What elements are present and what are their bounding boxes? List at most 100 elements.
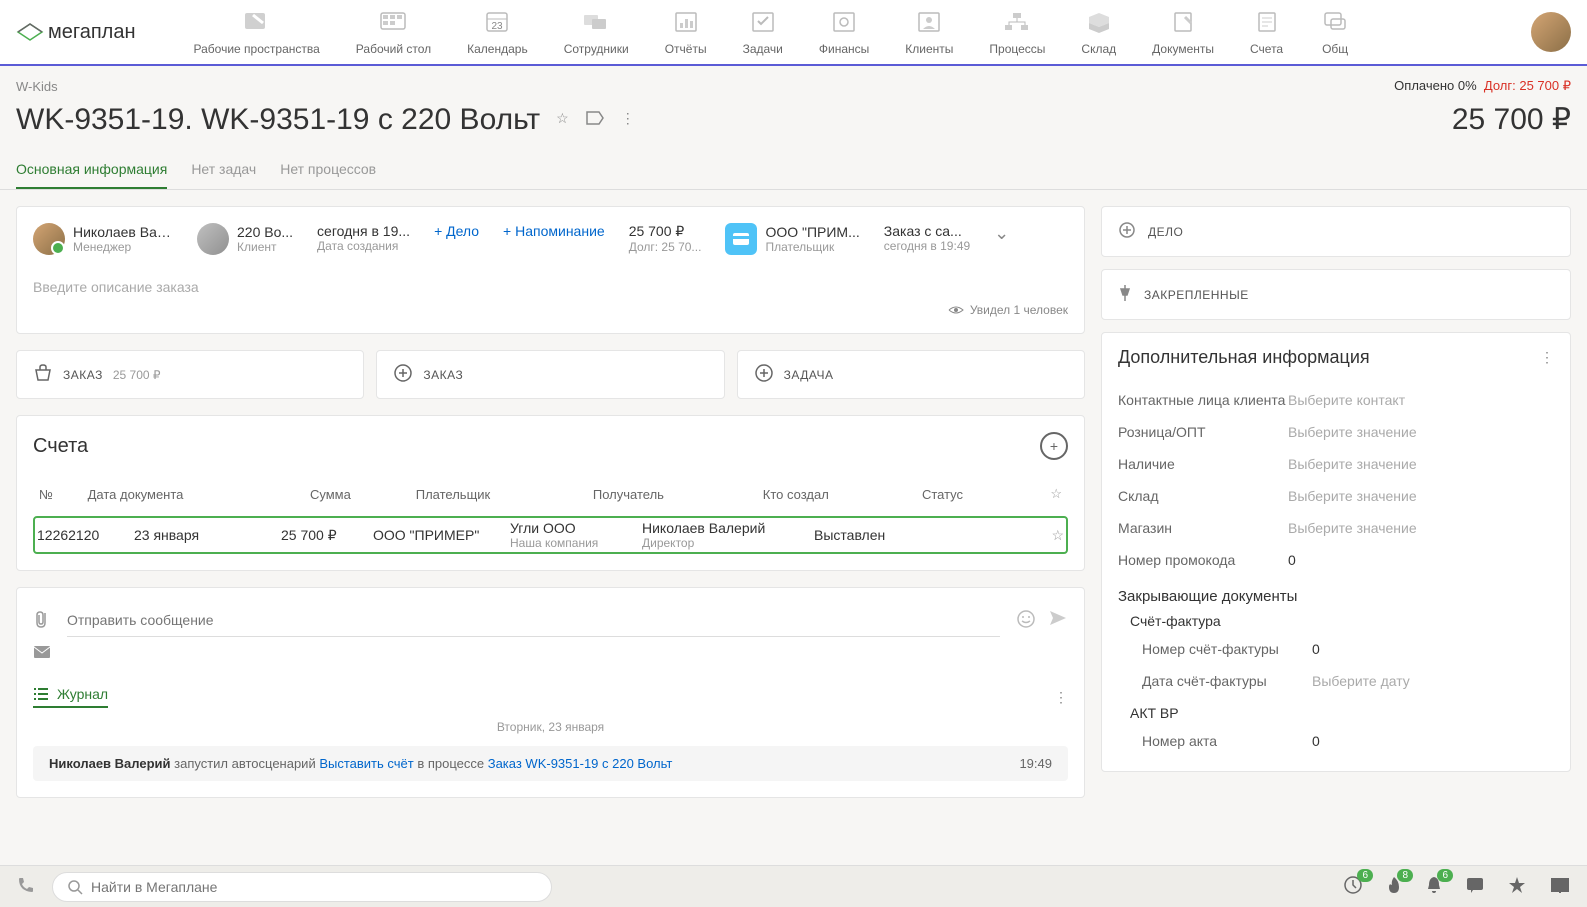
tab-main[interactable]: Основная информация [16, 153, 167, 189]
header-status: Оплачено 0% Долг: 25 700 ₽ [1394, 78, 1571, 94]
task-card[interactable]: ЗАДАЧА [737, 350, 1085, 399]
search-input[interactable] [91, 879, 537, 895]
user-avatar[interactable] [1531, 12, 1571, 52]
nav-tasks[interactable]: Задачи [725, 8, 801, 56]
star-icon[interactable] [1507, 875, 1527, 898]
amount-block: 25 700 ₽Долг: 25 70... [629, 223, 702, 254]
payer-block[interactable]: ООО "ПРИМ...Плательщик [725, 223, 859, 255]
field-warehouse[interactable]: СкладВыберите значение [1118, 480, 1554, 512]
nav-items: Рабочие пространства Рабочий стол 23Кале… [176, 8, 1531, 56]
message-card: Журнал ⋮ Вторник, 23 января Николаев Вал… [16, 587, 1085, 798]
star-icon[interactable]: ☆ [556, 110, 569, 129]
message-input[interactable] [67, 604, 1000, 637]
breadcrumb[interactable]: W-Kids [16, 79, 58, 94]
topbar: мегаплан Рабочие пространства Рабочий ст… [0, 0, 1587, 66]
nav-reports[interactable]: Отчёты [647, 8, 725, 56]
closing-docs-header: Закрывающие документы [1118, 588, 1554, 605]
add-deal-link[interactable]: + Дело [434, 223, 479, 239]
tag-icon[interactable] [585, 110, 605, 129]
tabs: Основная информация Нет задач Нет процес… [0, 153, 1587, 190]
fire-icon[interactable]: 8 [1385, 875, 1403, 898]
nav-chat[interactable]: Общ [1301, 8, 1369, 56]
invoice-fact-header: Счёт-фактура [1118, 613, 1554, 629]
nav-calendar[interactable]: 23Календарь [449, 8, 546, 56]
nav-clients[interactable]: Клиенты [887, 8, 971, 56]
logo[interactable]: мегаплан [16, 21, 136, 44]
plus-circle-icon [1118, 221, 1136, 242]
star-icon[interactable]: ☆ [1050, 486, 1062, 501]
sidebar: ДЕЛО ЗАКРЕПЛЕННЫЕ Дополнительная информа… [1101, 206, 1571, 798]
nav-desktop[interactable]: Рабочий стол [338, 8, 449, 56]
logo-text: мегаплан [48, 21, 136, 44]
action-cards: ЗАКАЗ 25 700 ₽ ЗАКАЗ ЗАДАЧА [16, 350, 1085, 399]
finance-icon [828, 8, 860, 36]
reports-icon [670, 8, 702, 36]
workspaces-icon [241, 8, 273, 36]
eye-icon [948, 304, 964, 316]
invoice-row[interactable]: 12262120 23 января 25 700 ₽ ООО "ПРИМЕР"… [37, 520, 1064, 550]
nav-warehouse[interactable]: Склад [1063, 8, 1134, 56]
plus-circle-icon [754, 363, 774, 386]
nav-finance[interactable]: Финансы [801, 8, 887, 56]
field-contacts[interactable]: Контактные лица клиентаВыберите контакт [1118, 384, 1554, 416]
add-invoice-button[interactable]: + [1040, 432, 1068, 460]
book-icon[interactable] [1549, 876, 1571, 897]
send-icon[interactable] [1048, 609, 1068, 632]
emoji-icon[interactable] [1016, 609, 1036, 632]
more-icon[interactable]: ⋮ [1054, 689, 1068, 706]
order-block[interactable]: Заказ с са...сегодня в 19:49 [884, 223, 970, 253]
tasks-icon [747, 8, 779, 36]
created-block: сегодня в 19...Дата создания [317, 223, 410, 253]
field-akt-num[interactable]: Номер акта0 [1118, 725, 1554, 757]
more-icon[interactable]: ⋮ [1540, 349, 1554, 366]
chat-icon [1319, 8, 1351, 36]
more-icon[interactable]: ⋮ [621, 110, 635, 129]
list-icon [33, 687, 49, 701]
chevron-down-icon[interactable]: ⌄ [994, 223, 1009, 244]
page-title: WK-9351-19. WK-9351-19 с 220 Вольт [16, 103, 540, 137]
extra-title: Дополнительная информация [1118, 347, 1370, 368]
clock-icon[interactable]: 6 [1343, 875, 1363, 898]
description-input[interactable] [33, 271, 1068, 303]
invoices-title: Счета [33, 435, 88, 458]
phone-icon[interactable] [16, 875, 36, 898]
card-icon [725, 223, 757, 255]
nav-employees[interactable]: Сотрудники [546, 8, 647, 56]
pinned-card[interactable]: ЗАКРЕПЛЕННЫЕ [1101, 269, 1571, 320]
field-invoice-date[interactable]: Дата счёт-фактурыВыберите дату [1118, 665, 1554, 697]
field-stock[interactable]: НаличиеВыберите значение [1118, 448, 1554, 480]
nav-processes[interactable]: Процессы [971, 8, 1063, 56]
star-icon[interactable]: ☆ [1051, 527, 1064, 543]
calendar-icon: 23 [481, 8, 513, 36]
field-invoice-num[interactable]: Номер счёт-фактуры0 [1118, 633, 1554, 665]
nav-invoices[interactable]: Счета [1232, 8, 1301, 56]
tab-processes[interactable]: Нет процессов [280, 153, 376, 189]
search-icon [67, 879, 83, 895]
header: W-Kids Оплачено 0% Долг: 25 700 ₽ WK-935… [0, 66, 1587, 137]
deal-card[interactable]: ДЕЛО [1101, 206, 1571, 257]
field-promo[interactable]: Номер промокода0 [1118, 544, 1554, 576]
chat-icon[interactable] [1465, 876, 1485, 897]
nav-documents[interactable]: Документы [1134, 8, 1232, 56]
field-retail[interactable]: Розница/ОПТВыберите значение [1118, 416, 1554, 448]
manager-avatar [33, 223, 65, 255]
extra-info-card: Дополнительная информация ⋮ Контактные л… [1101, 332, 1571, 772]
warehouse-icon [1083, 8, 1115, 36]
attach-icon[interactable] [33, 609, 51, 632]
bottombar: 6 8 6 [0, 865, 1587, 907]
client-block[interactable]: 220 Во...Клиент [197, 223, 293, 255]
add-reminder-link[interactable]: + Напоминание [503, 223, 605, 239]
order2-card[interactable]: ЗАКАЗ [376, 350, 724, 399]
nav-workspaces[interactable]: Рабочие пространства [176, 8, 338, 56]
order-card[interactable]: ЗАКАЗ 25 700 ₽ [16, 350, 364, 399]
field-shop[interactable]: МагазинВыберите значение [1118, 512, 1554, 544]
client-avatar [197, 223, 229, 255]
employees-icon [580, 8, 612, 36]
mail-icon[interactable] [33, 646, 51, 662]
bell-icon[interactable]: 6 [1425, 875, 1443, 898]
manager-block[interactable]: Николаев Вале...Менеджер [33, 223, 173, 255]
plus-circle-icon [393, 363, 413, 386]
tab-tasks[interactable]: Нет задач [191, 153, 256, 189]
journal-tab[interactable]: Журнал [33, 686, 108, 708]
total-amount: 25 700 ₽ [1452, 102, 1571, 137]
